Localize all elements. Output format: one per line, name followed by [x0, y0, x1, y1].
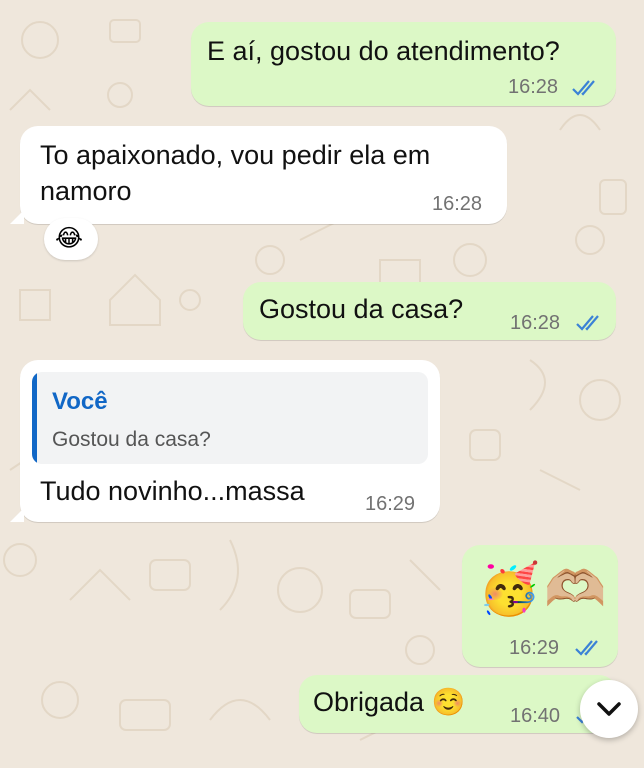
quote-author: Você	[52, 388, 108, 415]
read-receipt-icon	[572, 80, 595, 96]
reaction-emoji: 😂	[55, 225, 84, 252]
message-text: Tudo novinho...massa	[40, 476, 305, 506]
read-receipt-icon	[576, 315, 599, 331]
read-receipt-icon	[575, 640, 598, 656]
chevron-down-icon	[597, 702, 621, 716]
message-time: 16:28	[508, 76, 559, 98]
message-time: 16:28	[432, 193, 483, 215]
message-time: 16:28	[510, 312, 561, 334]
quoted-message[interactable]: Você Gostou da casa?	[32, 372, 428, 464]
message-outgoing[interactable]: Obrigada ☺️ 16:40	[299, 675, 617, 733]
bubble-tail	[10, 508, 24, 522]
message-time: 16:29	[365, 493, 416, 515]
message-incoming-reply[interactable]: Você Gostou da casa? Tudo novinho...mass…	[10, 360, 440, 522]
message-outgoing[interactable]: 🥳 🫶🏼 16:29	[462, 545, 618, 667]
quote-accent-bar	[32, 372, 37, 464]
message-outgoing[interactable]: Gostou da casa? 16:28	[243, 282, 616, 340]
message-reaction[interactable]: 😂	[44, 218, 98, 260]
bubble-tail	[10, 210, 24, 224]
message-text: E aí, gostou do atendimento?	[207, 36, 560, 66]
message-outgoing[interactable]: E aí, gostou do atendimento? 16:28	[191, 22, 616, 106]
message-text: Obrigada ☺️	[313, 687, 466, 717]
partying-face-emoji: 🥳	[478, 561, 541, 617]
scroll-to-bottom-button[interactable]	[580, 680, 638, 738]
heart-hands-emoji: 🫶🏼	[544, 561, 607, 617]
message-text: Gostou da casa?	[259, 294, 464, 324]
message-incoming[interactable]: To apaixonado, vou pedir ela em namoro 1…	[10, 126, 507, 224]
message-text-line: namoro	[40, 176, 132, 206]
quote-text: Gostou da casa?	[52, 428, 211, 451]
message-text-line: To apaixonado, vou pedir ela em	[40, 140, 431, 170]
message-time: 16:29	[509, 637, 560, 659]
message-time: 16:40	[510, 705, 561, 727]
